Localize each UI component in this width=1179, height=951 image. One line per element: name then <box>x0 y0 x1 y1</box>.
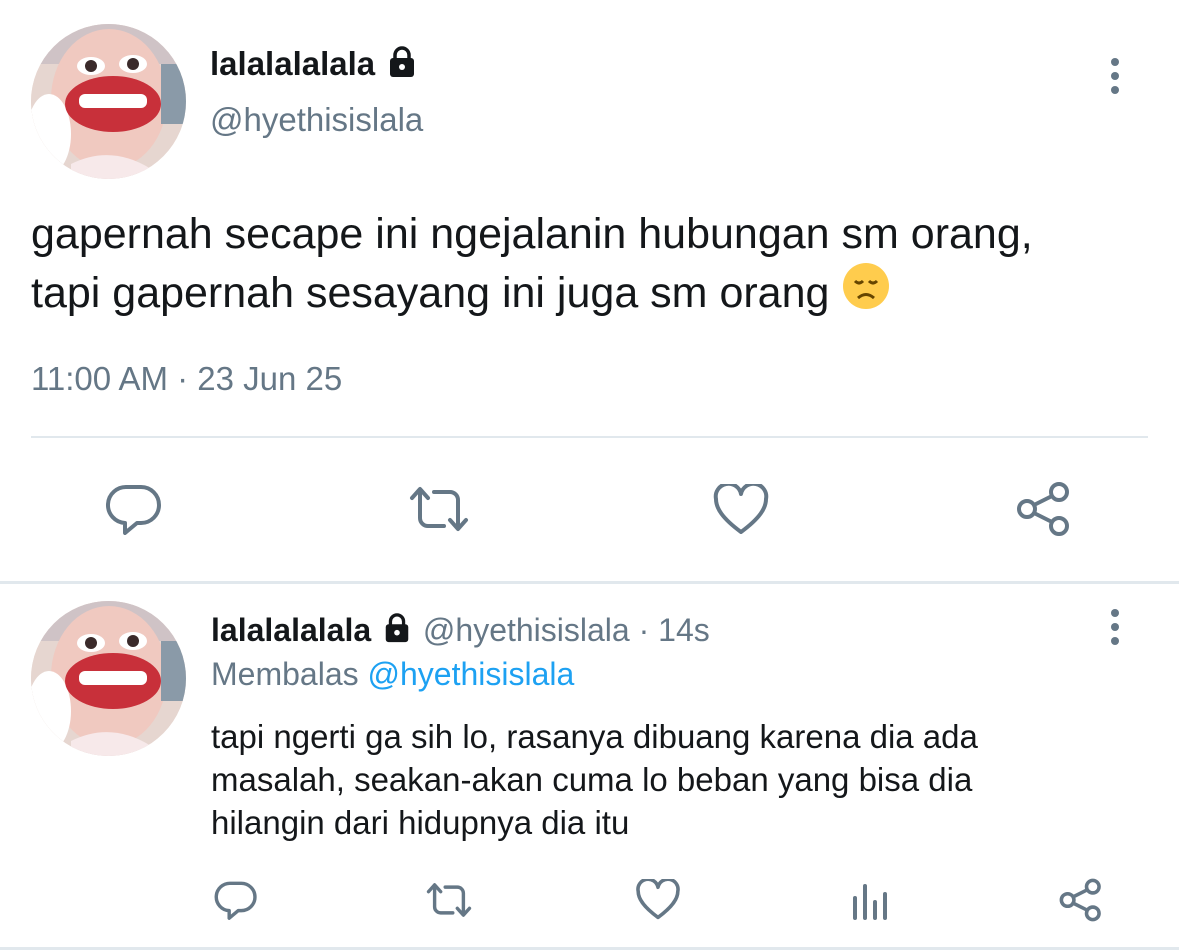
lock-icon <box>380 613 414 651</box>
retweet-icon[interactable] <box>406 484 472 534</box>
divider <box>31 436 1148 438</box>
replying-to: Membalas @hyethisislala <box>211 656 574 693</box>
display-name-text[interactable]: lalalalalala <box>210 45 375 82</box>
heart-icon[interactable] <box>634 879 682 921</box>
share-icon[interactable] <box>1014 481 1074 537</box>
tweet-text-line: gapernah secape ini ngejalanin hubungan … <box>31 210 1033 258</box>
analytics-icon[interactable] <box>848 880 890 920</box>
reply-icon[interactable] <box>213 879 259 921</box>
reply-icon[interactable] <box>104 483 164 535</box>
bottom-divider <box>0 947 1179 950</box>
timestamp[interactable]: 11:00 AM · 23 Jun 25 <box>31 360 342 398</box>
replying-to-link[interactable]: @hyethisislala <box>368 656 575 692</box>
separator: · <box>638 612 650 648</box>
reply-text-line: hilangin dari hidupnya dia itu <box>211 804 630 841</box>
reply-text: tapi ngerti ga sih lo, rasanya dibuang k… <box>211 715 978 844</box>
heart-icon[interactable] <box>711 483 771 537</box>
section-divider <box>0 581 1179 584</box>
retweet-icon[interactable] <box>423 880 475 920</box>
reply-age[interactable]: 14s <box>658 612 710 648</box>
replying-prefix: Membalas <box>211 656 359 692</box>
reply-avatar[interactable] <box>31 601 186 756</box>
display-name[interactable]: lalalalalala <box>210 45 420 86</box>
lock-icon <box>384 46 420 86</box>
reply-display-name[interactable]: lalalalalala <box>211 612 371 648</box>
more-vertical-icon[interactable] <box>1109 609 1121 645</box>
more-vertical-icon[interactable] <box>1109 58 1121 94</box>
reply-text-line: tapi ngerti ga sih lo, rasanya dibuang k… <box>211 718 978 755</box>
avatar[interactable] <box>31 24 186 179</box>
handle[interactable]: @hyethisislala <box>210 101 423 139</box>
share-icon[interactable] <box>1057 878 1105 922</box>
reply-header: lalalalalala @hyethisislala · 14s <box>211 612 710 651</box>
tweet-text: gapernah secape ini ngejalanin hubungan … <box>31 207 1033 324</box>
tweet-text-line-2-text: tapi gapernah sesayang ini juga sm orang <box>31 269 830 317</box>
tweet-text-line-2: tapi gapernah sesayang ini juga sm orang <box>31 261 1033 324</box>
disappointed-face-emoji <box>841 261 891 324</box>
reply-text-line: masalah, seakan-akan cuma lo beban yang … <box>211 761 973 798</box>
reply-handle[interactable]: @hyethisislala <box>423 612 630 648</box>
